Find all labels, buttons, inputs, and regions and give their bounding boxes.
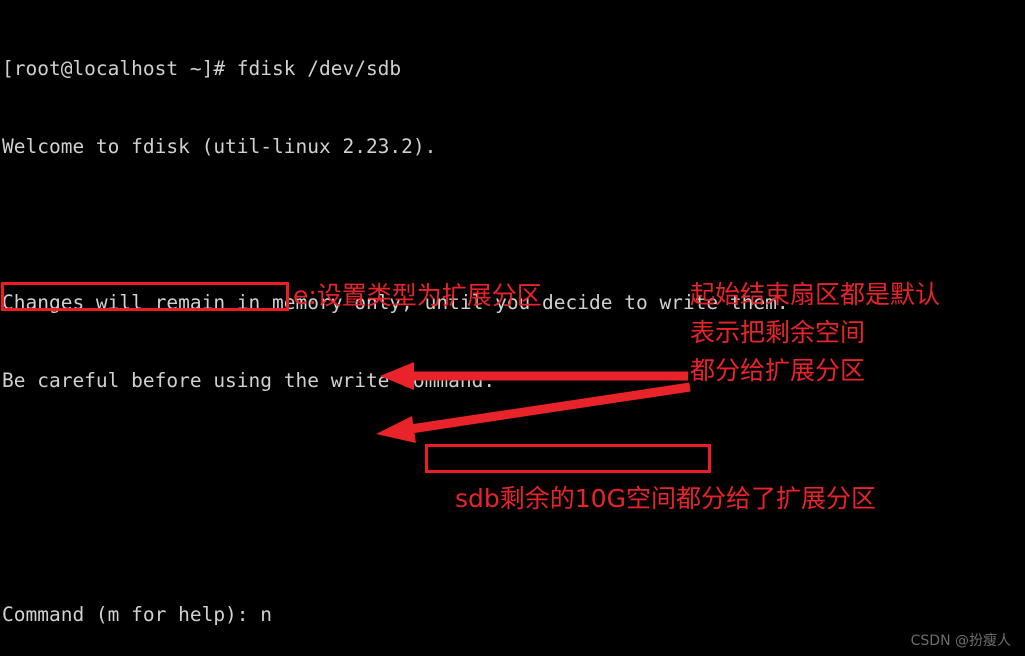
- terminal-screenshot: [root@localhost ~]# fdisk /dev/sdb Welco…: [0, 0, 1025, 656]
- terminal-line: Be careful before using the write comman…: [2, 369, 496, 392]
- terminal-line: Welcome to fdisk (util-linux 2.23.2).: [2, 135, 437, 158]
- csdn-watermark: CSDN @扮瘦人: [910, 633, 1011, 649]
- terminal-line: [root@localhost ~]# fdisk /dev/sdb: [2, 57, 402, 80]
- terminal-line: Command (m for help): n: [2, 603, 273, 626]
- terminal-line: Changes will remain in memory only, unti…: [2, 291, 789, 314]
- terminal-output[interactable]: [root@localhost ~]# fdisk /dev/sdb Welco…: [0, 0, 1025, 656]
